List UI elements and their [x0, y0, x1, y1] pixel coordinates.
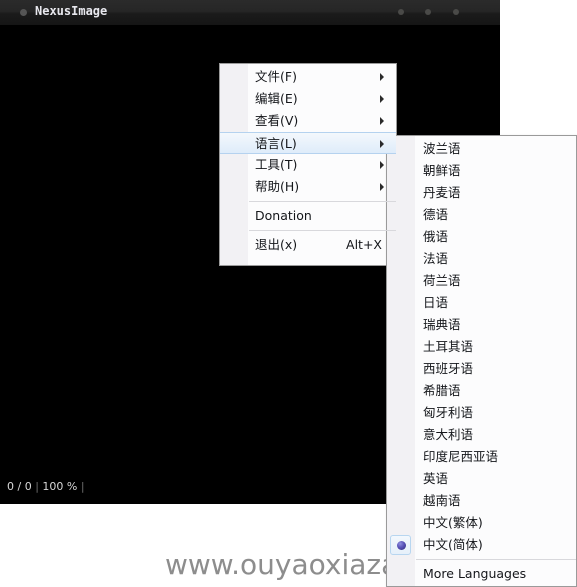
language-item-label: 越南语	[423, 493, 461, 508]
language-item-label: 朝鲜语	[423, 163, 461, 178]
language-item-label: 英语	[423, 471, 449, 486]
language-item-label: 德语	[423, 207, 449, 222]
menu-item-donation[interactable]: Donation	[220, 205, 396, 227]
language-item-item[interactable]: 波兰语	[387, 138, 576, 160]
menu-item-label: 编辑(E)	[255, 91, 298, 106]
menu-item-v[interactable]: 查看(V)	[220, 110, 396, 132]
language-item-item[interactable]: 匈牙利语	[387, 402, 576, 424]
language-item-item[interactable]: 荷兰语	[387, 270, 576, 292]
status-separator-2: |	[77, 480, 85, 493]
language-item-label: 意大利语	[423, 427, 474, 442]
screen-root: NexusImage 0 / 0 | 100 % | www.ouyaoxiaz…	[0, 0, 577, 587]
submenu-arrow-icon	[380, 183, 384, 191]
menu-item-h[interactable]: 帮助(H)	[220, 176, 396, 198]
close-button[interactable]	[453, 9, 459, 15]
language-item-label: 中文(繁体)	[423, 515, 483, 530]
language-item-item[interactable]: 希腊语	[387, 380, 576, 402]
language-item-item[interactable]: 日语	[387, 292, 576, 314]
language-item-item[interactable]: 越南语	[387, 490, 576, 512]
language-item-label: 土耳其语	[423, 339, 474, 354]
menu-item-label: Donation	[255, 208, 312, 223]
app-dot-icon	[20, 9, 27, 16]
language-item-label: 西班牙语	[423, 361, 474, 376]
menu-separator	[249, 201, 396, 202]
page-counter: 0 / 0	[7, 480, 32, 493]
language-item-label: 日语	[423, 295, 449, 310]
menu-item-t[interactable]: 工具(T)	[220, 154, 396, 176]
language-item-label: 丹麦语	[423, 185, 461, 200]
language-menu-list: 波兰语朝鲜语丹麦语德语俄语法语荷兰语日语瑞典语土耳其语西班牙语希腊语匈牙利语意大…	[387, 136, 576, 587]
language-item-item[interactable]: 法语	[387, 248, 576, 270]
language-item-label: 俄语	[423, 229, 449, 244]
language-item-item[interactable]: 朝鲜语	[387, 160, 576, 182]
main-menu-list: 文件(F) 编辑(E) 查看(V) 语言(L) 工具(T) 帮助(H) Donation 退出…	[220, 64, 396, 258]
menu-item-f[interactable]: 文件(F)	[220, 66, 396, 88]
radio-bullet-icon	[397, 541, 406, 550]
language-item-label: 印度尼西亚语	[423, 449, 499, 464]
menu-item-label: 语言(L)	[255, 136, 297, 151]
status-separator-1: |	[31, 480, 43, 493]
language-item-item[interactable]: 俄语	[387, 226, 576, 248]
submenu-arrow-icon	[380, 161, 384, 169]
language-item-item[interactable]: 瑞典语	[387, 314, 576, 336]
language-item-item[interactable]: 德语	[387, 204, 576, 226]
menu-separator	[416, 559, 576, 560]
language-item-label: 希腊语	[423, 383, 461, 398]
menu-item-label: 退出(x)	[255, 237, 298, 252]
status-bar-text: 0 / 0 | 100 % |	[7, 480, 85, 493]
language-item-label: 瑞典语	[423, 317, 461, 332]
menu-item-l[interactable]: 语言(L)	[220, 132, 396, 154]
submenu-arrow-icon	[380, 73, 384, 81]
language-item-label: 荷兰语	[423, 273, 461, 288]
menu-separator	[249, 230, 396, 231]
menu-item-label: 工具(T)	[255, 157, 298, 172]
menu-item-e[interactable]: 编辑(E)	[220, 88, 396, 110]
title-bar[interactable]: NexusImage	[0, 0, 500, 25]
menu-item-label: 文件(F)	[255, 69, 297, 84]
selected-radio-icon	[390, 535, 411, 555]
minimize-button[interactable]	[398, 9, 404, 15]
language-item-item[interactable]: 土耳其语	[387, 336, 576, 358]
language-item-more-languages[interactable]: More Languages	[387, 563, 576, 585]
submenu-arrow-icon	[380, 117, 384, 125]
language-item-item[interactable]: 西班牙语	[387, 358, 576, 380]
language-item-label: 法语	[423, 251, 449, 266]
zoom-level: 100 %	[42, 480, 78, 493]
language-item-item[interactable]: 意大利语	[387, 424, 576, 446]
window-title: NexusImage	[35, 4, 108, 18]
maximize-button[interactable]	[425, 9, 431, 15]
language-item-item[interactable]: 丹麦语	[387, 182, 576, 204]
menu-item-shortcut: Alt+X	[346, 237, 382, 252]
language-item-item[interactable]: 印度尼西亚语	[387, 446, 576, 468]
submenu-arrow-icon	[380, 140, 384, 148]
language-item-label: 波兰语	[423, 141, 461, 156]
menu-item-label: 查看(V)	[255, 113, 299, 128]
language-item-label: 中文(简体)	[423, 537, 483, 552]
language-item-item[interactable]: 中文(繁体)	[387, 512, 576, 534]
language-item-label: 匈牙利语	[423, 405, 474, 420]
menu-item-label: 帮助(H)	[255, 179, 300, 194]
language-item-item[interactable]: 英语	[387, 468, 576, 490]
menu-item-x[interactable]: 退出(x) Alt+X	[220, 234, 396, 256]
language-item-item[interactable]: 中文(简体)	[387, 534, 576, 556]
language-submenu-popup: 波兰语朝鲜语丹麦语德语俄语法语荷兰语日语瑞典语土耳其语西班牙语希腊语匈牙利语意大…	[386, 135, 577, 587]
submenu-arrow-icon	[380, 95, 384, 103]
window-controls	[398, 9, 488, 17]
language-item-label: More Languages	[423, 566, 527, 581]
main-menu-popup: 文件(F) 编辑(E) 查看(V) 语言(L) 工具(T) 帮助(H) Donation 退出…	[219, 63, 397, 266]
